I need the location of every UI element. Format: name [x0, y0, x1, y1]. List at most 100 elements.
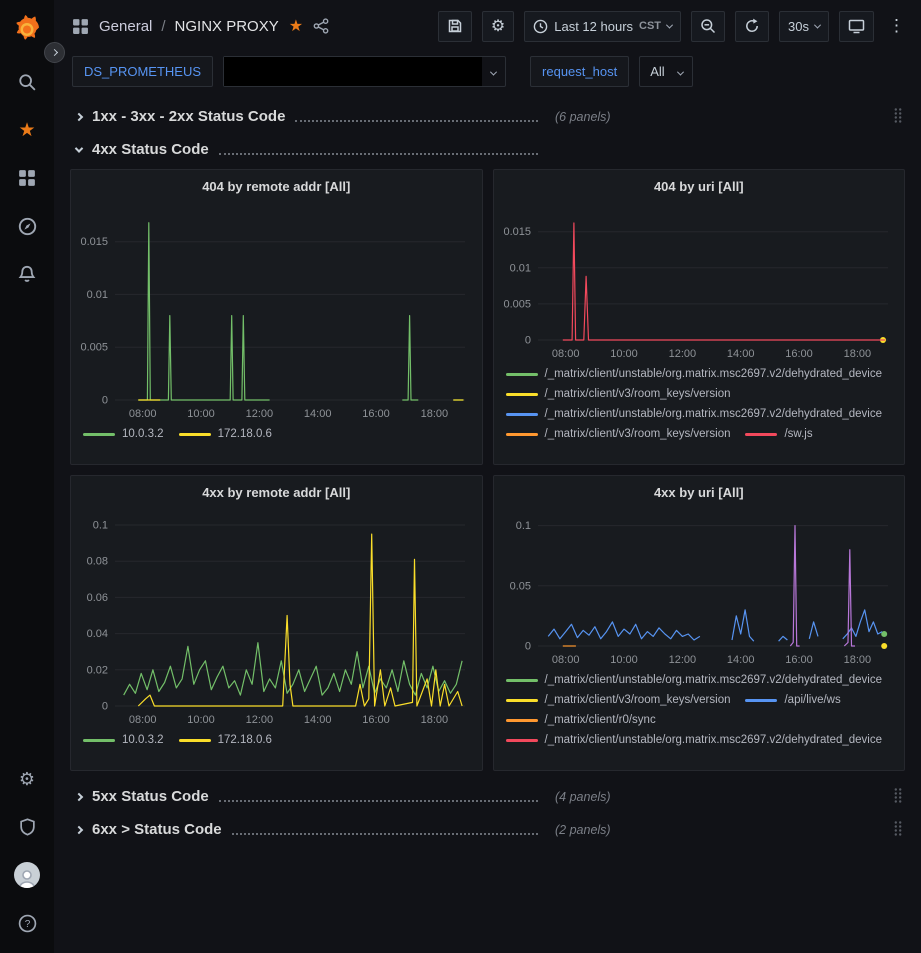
sidebar-item-help[interactable]: ? [3, 899, 51, 947]
legend-item[interactable]: /_matrix/client/unstable/org.matrix.msc2… [506, 670, 883, 690]
row-4xx[interactable]: 4xx Status Code [70, 136, 905, 163]
legend-item[interactable]: 10.0.3.2 [83, 730, 164, 750]
svg-text:0.1: 0.1 [93, 520, 108, 532]
legend-series-label: 10.0.3.2 [122, 730, 164, 750]
avatar-icon [14, 862, 40, 888]
row-drag-handle[interactable] [893, 820, 903, 840]
legend-series-color [179, 433, 211, 436]
row-5xx[interactable]: 5xx Status Code (4 panels) [70, 783, 905, 810]
sidebar-item-alerting[interactable] [3, 250, 51, 298]
svg-text:10:00: 10:00 [187, 408, 215, 420]
refresh-button[interactable] [735, 11, 769, 42]
legend-item[interactable]: /_matrix/client/unstable/org.matrix.msc2… [506, 730, 883, 748]
time-series-chart[interactable]: 00.0050.010.01508:0010:0012:0014:0016:00… [75, 202, 475, 422]
svg-text:08:00: 08:00 [129, 408, 157, 420]
panel-grid: 404 by remote addr [All] 0 0.005 0.01 0.015… [70, 169, 905, 771]
row-1xx-3xx-2xx[interactable]: 1xx - 3xx - 2xx Status Code (6 panels) [70, 103, 905, 130]
legend-series-label: /_matrix/client/v3/room_keys/version [545, 424, 731, 442]
panel-title[interactable]: 4xx by remote addr [All] [71, 476, 482, 508]
sidebar-item-server-admin[interactable] [3, 803, 51, 851]
legend-item[interactable]: /_matrix/client/unstable/org.matrix.msc2… [506, 364, 883, 384]
sidebar: ★ ⚙ [0, 0, 54, 953]
chevron-down-icon [677, 69, 684, 76]
svg-text:0.015: 0.015 [80, 236, 108, 248]
svg-text:10:00: 10:00 [610, 348, 638, 360]
panel-legend: 10.0.3.2 172.18.0.6 [71, 728, 482, 754]
legend-series-color [745, 699, 777, 702]
row-panel-count: (2 panels) [555, 823, 611, 837]
svg-text:0.005: 0.005 [503, 298, 531, 310]
share-icon[interactable] [313, 18, 329, 34]
svg-text:16:00: 16:00 [785, 348, 813, 360]
row-title: 4xx Status Code [92, 141, 209, 158]
legend-item[interactable]: /_matrix/client/r0/sync [506, 710, 656, 730]
panel-title[interactable]: 404 by uri [All] [494, 170, 905, 202]
clock-icon [533, 19, 548, 34]
request-host-variable-value: All [640, 64, 668, 79]
sidebar-item-configuration[interactable]: ⚙ [3, 755, 51, 803]
legend-item[interactable]: /sw.js [745, 424, 812, 442]
panel-4xx-by-remote-addr: 4xx by remote addr [All] 00.020.040.060.… [70, 475, 483, 771]
time-series-chart[interactable]: 00.050.108:0010:0012:0014:0016:0018:00 [498, 508, 898, 668]
svg-text:0.005: 0.005 [80, 342, 108, 354]
dashboard-settings-button[interactable]: ⚙ [482, 11, 514, 42]
time-range-picker[interactable]: Last 12 hours CST [524, 11, 681, 42]
tv-mode-button[interactable] [839, 11, 874, 42]
svg-text:0.01: 0.01 [87, 289, 108, 301]
refresh-icon [744, 18, 760, 34]
refresh-interval-dropdown[interactable]: 30s [779, 11, 829, 42]
legend-item[interactable]: /_matrix/client/v3/room_keys/version [506, 424, 731, 442]
time-series-chart[interactable]: 00.020.040.060.080.108:0010:0012:0014:00… [75, 508, 475, 728]
sidebar-item-search[interactable] [3, 58, 51, 106]
shield-icon [19, 818, 36, 836]
row-title: 5xx Status Code [92, 788, 209, 805]
row-drag-handle[interactable] [893, 787, 903, 807]
star-icon: ★ [18, 119, 35, 142]
svg-text:0.08: 0.08 [87, 556, 108, 568]
row-6xx[interactable]: 6xx > Status Code (2 panels) [70, 816, 905, 843]
sidebar-item-dashboards[interactable] [3, 154, 51, 202]
panel-404-by-remote-addr: 404 by remote addr [All] 0 0.005 0.01 0.015… [70, 169, 483, 465]
kebab-menu-icon: ⋮ [888, 16, 905, 36]
legend-item[interactable]: /_matrix/client/v3/room_keys/version [506, 690, 731, 710]
legend-series-color [506, 433, 538, 436]
more-options-button[interactable]: ⋮ [884, 11, 909, 42]
grafana-logo[interactable] [10, 12, 44, 46]
legend-item[interactable]: /api/live/ws [745, 690, 840, 710]
zoom-out-button[interactable] [691, 11, 725, 42]
sidebar-item-explore[interactable] [3, 202, 51, 250]
user-avatar[interactable] [3, 851, 51, 899]
panel-title[interactable]: 404 by remote addr [All] [71, 170, 482, 202]
dashboard-icon [72, 18, 89, 35]
svg-text:18:00: 18:00 [843, 348, 871, 360]
row-drag-handle[interactable] [893, 107, 903, 127]
legend-item[interactable]: /_matrix/client/unstable/org.matrix.msc2… [506, 404, 883, 424]
datasource-variable-dropdown[interactable] [223, 56, 506, 87]
sidebar-item-starred[interactable]: ★ [3, 106, 51, 154]
sidebar-expand-button[interactable] [44, 42, 65, 63]
panel-legend: /_matrix/client/unstable/org.matrix.msc2… [494, 668, 905, 748]
svg-text:10:00: 10:00 [610, 654, 638, 666]
legend-series-color [506, 393, 538, 396]
svg-text:0.02: 0.02 [87, 664, 108, 676]
time-series-chart[interactable]: 00.0050.010.01508:0010:0012:0014:0016:00… [498, 202, 898, 362]
favorite-star-icon[interactable]: ★ [289, 16, 303, 36]
svg-text:?: ? [24, 919, 30, 930]
time-range-label: Last 12 hours [554, 19, 633, 34]
svg-text:0: 0 [102, 395, 108, 407]
breadcrumb-folder[interactable]: General [99, 18, 152, 35]
legend-item[interactable]: 172.18.0.6 [179, 424, 272, 444]
legend-series-label: /_matrix/client/r0/sync [545, 710, 656, 730]
save-dashboard-button[interactable] [438, 11, 472, 42]
request-host-variable-dropdown[interactable]: All [639, 56, 692, 87]
panel-404-by-uri: 404 by uri [All] 00.0050.010.01508:0010:… [493, 169, 906, 465]
row-title: 6xx > Status Code [92, 821, 222, 838]
svg-text:0: 0 [524, 641, 530, 653]
legend-item[interactable]: 10.0.3.2 [83, 424, 164, 444]
panel-title[interactable]: 4xx by uri [All] [494, 476, 905, 508]
svg-text:08:00: 08:00 [551, 348, 579, 360]
legend-item[interactable]: 172.18.0.6 [179, 730, 272, 750]
monitor-icon [848, 18, 865, 34]
variables-row: DS_PROMETHEUS request_host All [54, 52, 921, 97]
legend-item[interactable]: /_matrix/client/v3/room_keys/version [506, 384, 731, 404]
